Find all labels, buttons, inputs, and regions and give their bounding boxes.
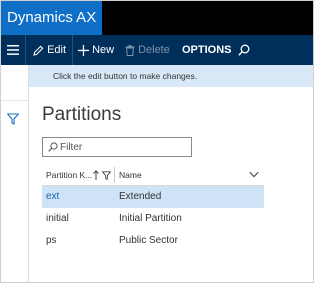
app-window: Dynamics AX Edit New Delete OPTIONS Clic… xyxy=(0,0,314,283)
partition-key-cell[interactable]: ps xyxy=(46,230,57,252)
navigation-menu-button[interactable] xyxy=(7,35,19,65)
filter-field[interactable] xyxy=(42,137,192,157)
edit-button-label: Edit xyxy=(47,44,67,56)
chevron-down-icon[interactable] xyxy=(249,171,259,178)
action-divider xyxy=(72,35,73,65)
table-row[interactable]: ext Extended xyxy=(42,186,264,208)
search-icon xyxy=(238,44,250,56)
options-tab[interactable]: OPTIONS xyxy=(182,35,232,65)
rail-divider xyxy=(1,100,28,101)
column-header-partition-key[interactable]: Partition K... xyxy=(46,164,92,186)
delete-button[interactable]: Delete xyxy=(125,35,170,65)
funnel-icon[interactable] xyxy=(102,171,111,180)
name-cell: Initial Partition xyxy=(119,213,182,224)
table-row[interactable]: ps Public Sector xyxy=(42,230,264,252)
hamburger-icon xyxy=(7,45,19,55)
column-divider[interactable] xyxy=(114,167,115,183)
pencil-icon xyxy=(33,45,44,56)
new-button-label: New xyxy=(92,44,115,56)
table-row[interactable]: initial Initial Partition xyxy=(42,208,264,230)
message-text: Click the edit button to make changes. xyxy=(53,71,198,81)
sort-arrow-icon[interactable] xyxy=(93,170,99,180)
action-pane: Edit New Delete OPTIONS xyxy=(1,35,313,65)
search-button[interactable] xyxy=(238,35,250,65)
message-bar: Click the edit button to make changes. xyxy=(29,65,313,87)
filter-input[interactable] xyxy=(60,139,188,155)
grid-header: Partition K... Name xyxy=(42,164,264,186)
funnel-icon[interactable] xyxy=(7,113,19,125)
partition-key-cell[interactable]: ext xyxy=(46,186,59,208)
edit-button[interactable]: Edit xyxy=(33,35,66,65)
name-cell: Public Sector xyxy=(119,235,178,246)
delete-button-label: Delete xyxy=(138,44,170,56)
trash-icon xyxy=(125,44,135,56)
new-button[interactable]: New xyxy=(78,35,114,65)
search-icon xyxy=(48,142,58,152)
title-bar: Dynamics AX xyxy=(1,1,313,35)
app-title[interactable]: Dynamics AX xyxy=(1,1,102,35)
partition-key-cell[interactable]: initial xyxy=(46,208,69,230)
name-cell: Extended xyxy=(119,191,162,202)
column-header-name[interactable]: Name xyxy=(119,164,142,186)
page-title: Partitions xyxy=(42,104,122,125)
action-divider xyxy=(25,35,26,65)
plus-icon xyxy=(78,44,89,56)
left-rail xyxy=(1,65,29,282)
